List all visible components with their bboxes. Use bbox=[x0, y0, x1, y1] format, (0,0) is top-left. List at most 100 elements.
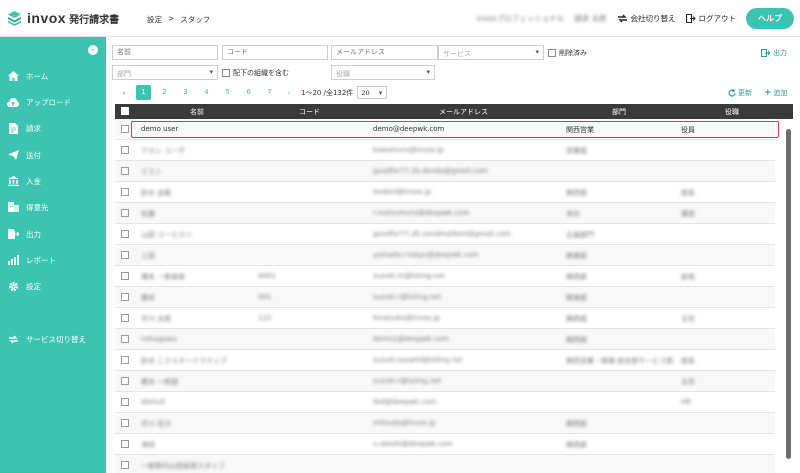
org-name: invoxプロフェッショナル bbox=[476, 14, 565, 23]
column-email[interactable]: メールアドレス bbox=[439, 107, 488, 117]
result-range: 1〜20 /全132件 bbox=[301, 88, 354, 97]
sidebar-item-home[interactable]: ホーム bbox=[0, 66, 106, 86]
role-filter-select[interactable]: 役職 bbox=[331, 65, 435, 80]
page-6[interactable]: 6 bbox=[241, 85, 256, 100]
row-checkbox[interactable] bbox=[121, 356, 129, 364]
row-checkbox[interactable] bbox=[121, 335, 129, 343]
cell-email: goodfor77.2b.denda@gmail.com bbox=[373, 167, 488, 175]
sidebar-item-settings[interactable]: 設定 bbox=[0, 276, 106, 296]
table-row[interactable]: 鈴木 こさらオーテラテンブ suzuki.sasami@tsting.net 関西営… bbox=[115, 350, 775, 371]
next-page-icon[interactable]: › bbox=[283, 89, 295, 97]
row-checkbox[interactable] bbox=[121, 188, 129, 196]
sidebar-item-customers[interactable]: 得意先 bbox=[0, 197, 106, 217]
checkbox-box[interactable] bbox=[548, 49, 556, 57]
table-row[interactable]: 上田 yamada.r.tokyo@deepwk.com 関東部 bbox=[115, 245, 775, 266]
row-checkbox[interactable] bbox=[121, 251, 129, 259]
row-checkbox[interactable] bbox=[121, 440, 129, 448]
name-filter-input[interactable] bbox=[112, 45, 218, 60]
add-button[interactable]: + 追加 bbox=[764, 88, 788, 98]
service-switch-button[interactable]: サービス切り替え bbox=[0, 329, 106, 349]
cell-email: suzuki.r@tsting.net bbox=[373, 293, 441, 301]
table-row[interactable]: アカシ ユーザ kawamura@invox.jp 営業部 bbox=[115, 140, 775, 161]
cell-dept: 本社 bbox=[566, 210, 580, 218]
table-row[interactable]: demo user demo@deepwk.com 関西営業 役員 bbox=[115, 119, 779, 140]
cell-code: 123 bbox=[258, 314, 272, 322]
row-checkbox[interactable] bbox=[121, 419, 129, 427]
cell-role: HR bbox=[681, 398, 692, 406]
logout-button[interactable]: ログアウト bbox=[685, 13, 737, 24]
logout-label: ログアウト bbox=[698, 14, 737, 23]
chart-icon bbox=[7, 255, 19, 265]
row-checkbox[interactable] bbox=[121, 293, 129, 301]
cell-email: hodani@invox.jp bbox=[373, 188, 432, 196]
export-label: 出力 bbox=[773, 49, 787, 57]
row-checkbox[interactable] bbox=[121, 314, 129, 322]
switch-company-button[interactable]: 会社切り替え bbox=[617, 13, 676, 24]
email-filter-input[interactable] bbox=[331, 45, 438, 60]
sidebar-item-upload[interactable]: アップロード bbox=[0, 92, 106, 112]
cell-name: 佐藤 bbox=[141, 210, 155, 218]
column-dept[interactable]: 部門 bbox=[612, 107, 626, 117]
row-checkbox[interactable] bbox=[121, 125, 129, 133]
page-3[interactable]: 3 bbox=[178, 85, 193, 100]
include-sub-checkbox[interactable]: 配下の組織を含む bbox=[222, 68, 289, 78]
scrollbar-thumb[interactable] bbox=[786, 129, 791, 459]
table-row[interactable]: 山田 ユーヒカリ goodfor77.2b.sandmailbon@gmail.c… bbox=[115, 224, 775, 245]
per-page-select[interactable]: 20 bbox=[357, 86, 388, 99]
row-checkbox[interactable] bbox=[121, 377, 129, 385]
scrollbar[interactable] bbox=[786, 121, 791, 471]
sidebar-item-export[interactable]: 出力 bbox=[0, 224, 106, 244]
column-name[interactable]: 名前 bbox=[190, 107, 204, 117]
table-row[interactable]: テスト goodfor77.2b.denda@gmail.com bbox=[115, 161, 775, 182]
sidebar-item-label: 出力 bbox=[26, 229, 41, 239]
row-checkbox[interactable] bbox=[121, 461, 129, 469]
checkbox-box[interactable] bbox=[222, 69, 230, 77]
code-filter-input[interactable] bbox=[222, 45, 328, 60]
table-row[interactable]: 平川 花子 mitsuda@invox.jp 関西部 bbox=[115, 413, 775, 434]
row-checkbox[interactable] bbox=[121, 230, 129, 238]
table-row[interactable]: 一般部内山田仮想スタッフ bbox=[115, 455, 775, 473]
sidebar-item-label: 設定 bbox=[26, 281, 41, 291]
breadcrumb-settings[interactable]: 設定 bbox=[147, 14, 162, 25]
table-row[interactable]: 佐藤 r.matsumura@deepwk.com 本社 課長 bbox=[115, 203, 775, 224]
page-5[interactable]: 5 bbox=[220, 85, 235, 100]
service-filter-select[interactable]: サービス bbox=[438, 45, 544, 60]
table-row[interactable]: nakagawa demo1@deepwk.com 関西部 bbox=[115, 329, 775, 350]
home-icon bbox=[7, 71, 19, 81]
logout-icon bbox=[685, 14, 696, 23]
table-row[interactable]: 平川 太郎 123 hiratsuka@invox.jp 関西部 主任 bbox=[115, 308, 775, 329]
row-checkbox[interactable] bbox=[121, 167, 129, 175]
row-checkbox[interactable] bbox=[121, 209, 129, 217]
prev-page-icon[interactable]: ‹ bbox=[118, 89, 130, 97]
table-row[interactable]: ebmull tbd@deepwk.com HR bbox=[115, 392, 775, 413]
table-row[interactable]: 鈴木 由美 hodani@invox.jp 関西部 部長 bbox=[115, 182, 775, 203]
row-checkbox[interactable] bbox=[121, 272, 129, 280]
page-2[interactable]: 2 bbox=[157, 85, 172, 100]
page-4[interactable]: 4 bbox=[199, 85, 214, 100]
help-button[interactable]: ヘルプ bbox=[746, 8, 794, 29]
deleted-checkbox[interactable]: 削除済み bbox=[548, 48, 587, 58]
header-actions: invoxプロフェッショナル 請求 太郎 会社切り替え ログアウト ヘルプ bbox=[477, 8, 794, 29]
row-checkbox[interactable] bbox=[121, 398, 129, 406]
table-row[interactable]: 橋本 001 suzuki.r@tsting.net 関東部 bbox=[115, 287, 775, 308]
sidebar-item-send[interactable]: 送付 bbox=[0, 145, 106, 165]
sidebar-item-invoice[interactable]: 請求 bbox=[0, 118, 106, 138]
cloud-upload-icon bbox=[7, 97, 19, 107]
column-code[interactable]: コード bbox=[299, 107, 320, 117]
export-button[interactable]: 出力 bbox=[761, 48, 787, 58]
table-row[interactable]: 津田 s.ukeshi@deepwk.com 関西部 bbox=[115, 434, 775, 455]
row-checkbox[interactable] bbox=[121, 146, 129, 154]
table-row[interactable]: 橋本 一郎部 suzuki.r@tsting.net 主任 bbox=[115, 371, 775, 392]
column-role[interactable]: 役職 bbox=[725, 107, 739, 117]
collapse-sidebar-icon[interactable]: ‹ bbox=[88, 45, 98, 55]
sidebar-item-payment[interactable]: 入金 bbox=[0, 171, 106, 191]
select-all-checkbox[interactable] bbox=[121, 107, 129, 115]
table-row[interactable]: 橋本 一郎部長 0001 suzuki.m@tsting.net 関西部 部長 bbox=[115, 266, 775, 287]
page-1[interactable]: 1 bbox=[136, 85, 151, 100]
sidebar-item-report[interactable]: レポート bbox=[0, 250, 106, 270]
building-icon bbox=[7, 202, 19, 212]
refresh-button[interactable]: 更新 bbox=[728, 88, 752, 98]
page-7[interactable]: 7 bbox=[262, 85, 277, 100]
app-logo[interactable]: invox 発行請求書 bbox=[7, 10, 119, 26]
dept-filter-select[interactable]: 部門 bbox=[112, 65, 218, 80]
